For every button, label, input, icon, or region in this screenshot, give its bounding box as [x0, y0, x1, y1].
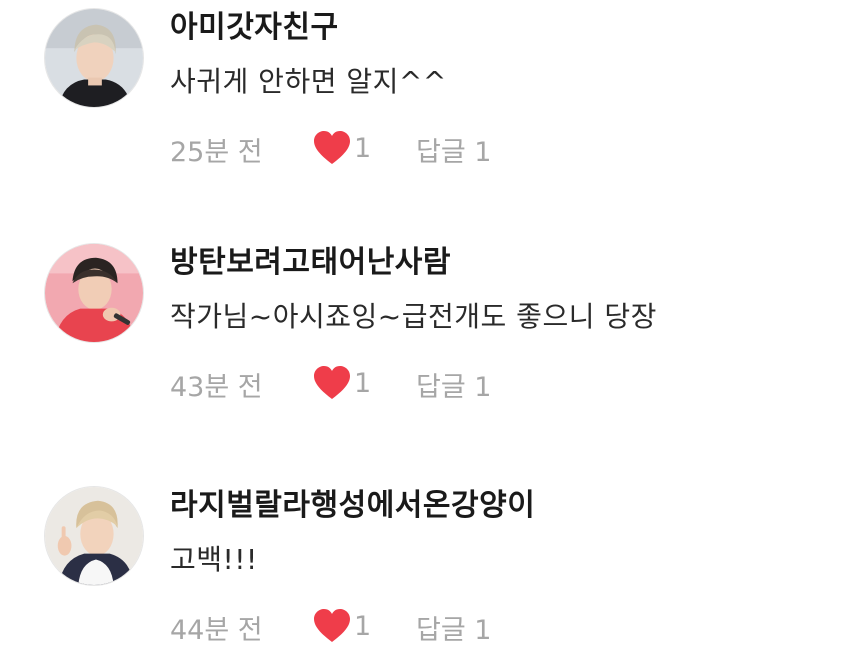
like-count: 1 [354, 610, 372, 642]
like-button[interactable]: 1 [312, 365, 371, 401]
reply-button[interactable]: 답글 1 [416, 130, 491, 169]
avatar[interactable] [44, 8, 144, 108]
comment-username[interactable]: 방탄보려고태어난사람 [170, 237, 451, 281]
like-count: 1 [354, 132, 372, 164]
avatar-photo-icon [45, 487, 143, 585]
reply-button[interactable]: 답글 1 [416, 365, 491, 404]
comment-text: 사귀게 안하면 알지^^ [170, 65, 447, 98]
comment-item: 아미갓자친구 사귀게 안하면 알지^^ 25분 전 1 답글 1 [0, 0, 864, 190]
comment-time: 25분 전 [170, 137, 263, 168]
heart-icon [314, 609, 350, 642]
comment-time: 43분 전 [170, 372, 263, 403]
like-button[interactable]: 1 [312, 130, 371, 166]
like-button[interactable]: 1 [312, 608, 371, 644]
like-count: 1 [354, 367, 372, 399]
heart-icon [314, 366, 350, 399]
avatar[interactable] [44, 243, 144, 343]
avatar[interactable] [44, 486, 144, 586]
comment-text: 작가님~아시죠잉~급전개도 좋으니 당장 [170, 300, 657, 333]
avatar-photo-icon [45, 9, 143, 107]
comment-username[interactable]: 라지벌랄라행성에서온강양이 [170, 480, 535, 524]
reply-button[interactable]: 답글 1 [416, 608, 491, 647]
comment-item: 라지벌랄라행성에서온강양이 고백!!! 44분 전 1 답글 1 [0, 478, 864, 668]
comment-time: 44분 전 [170, 615, 263, 646]
avatar-photo-icon [45, 244, 143, 342]
heart-icon [314, 131, 350, 164]
comment-item: 방탄보려고태어난사람 작가님~아시죠잉~급전개도 좋으니 당장 43분 전 1 … [0, 235, 864, 425]
comment-username[interactable]: 아미갓자친구 [170, 2, 339, 46]
comment-text: 고백!!! [170, 543, 258, 576]
